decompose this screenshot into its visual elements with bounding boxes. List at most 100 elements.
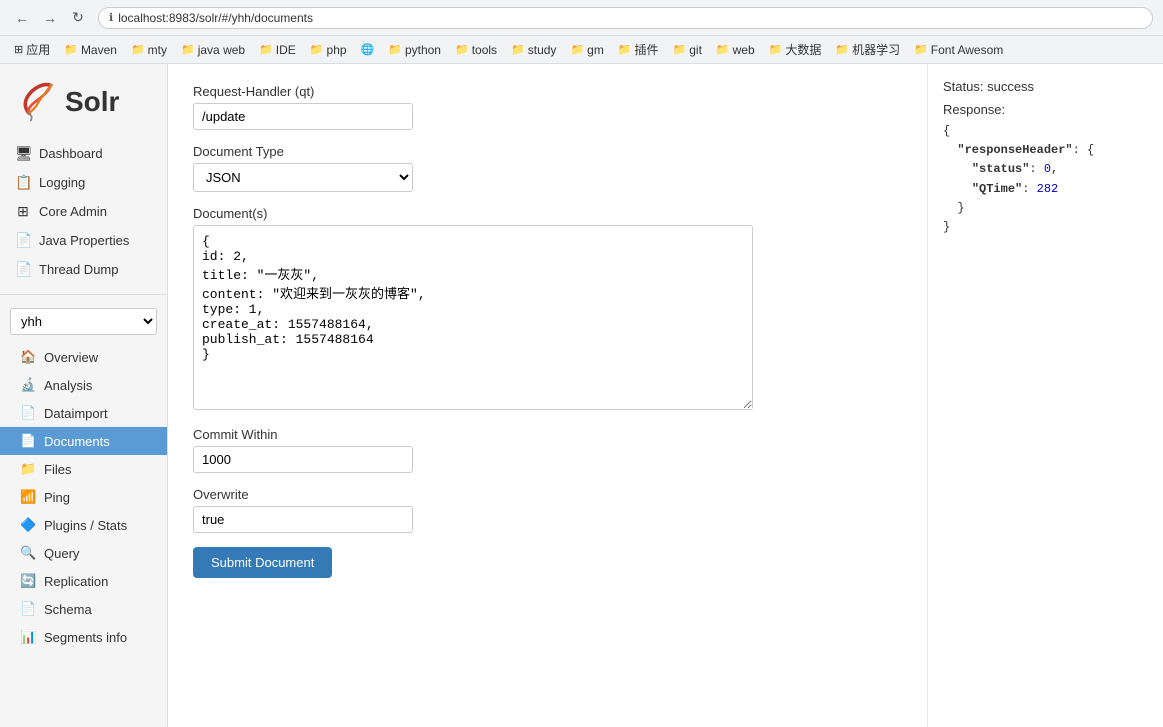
- core-admin-icon: ⊞: [15, 203, 31, 220]
- dataimport-icon: 📄: [20, 405, 36, 421]
- sub-nav-replication[interactable]: 🔄 Replication: [0, 567, 167, 595]
- bookmark-php[interactable]: 📁 php: [304, 41, 353, 59]
- response-label: Response:: [943, 102, 1148, 117]
- bookmark-gm[interactable]: 📁 gm: [564, 41, 609, 59]
- bookmark-git[interactable]: 📁 git: [667, 41, 708, 59]
- sub-nav-segments-info[interactable]: 📊 Segments info: [0, 623, 167, 651]
- plugins-icon: 🔷: [20, 517, 36, 533]
- sidebar-item-java-properties[interactable]: 📄 Java Properties: [0, 226, 167, 255]
- dashboard-icon: 🖥: [15, 145, 31, 162]
- back-button[interactable]: ←: [10, 6, 34, 30]
- bookmark-web2[interactable]: 📁 web: [710, 41, 761, 59]
- bookmark-javaweb[interactable]: 📁 java web: [175, 41, 251, 59]
- global-nav: 🖥 Dashboard 📋 Logging ⊞ Core Admin 📄 Jav…: [0, 134, 167, 289]
- folder-icon: 📁: [673, 43, 687, 56]
- documents-icon: 📄: [20, 433, 36, 449]
- commit-within-input[interactable]: [193, 446, 413, 473]
- folder-icon: 📁: [181, 43, 195, 56]
- request-handler-group: Request-Handler (qt): [193, 84, 902, 130]
- overwrite-label: Overwrite: [193, 487, 902, 502]
- bookmark-ide[interactable]: 📁 IDE: [253, 41, 302, 59]
- documents-label: Document(s): [193, 206, 902, 221]
- bookmark-bigdata[interactable]: 📁 大数据: [763, 39, 828, 60]
- solr-logo: Solr: [0, 64, 167, 134]
- status-line: Status: success: [943, 79, 1148, 94]
- sub-nav-documents[interactable]: 📄 Documents: [0, 427, 167, 455]
- bookmark-label: git: [689, 43, 702, 57]
- browser-chrome: ← → ↻ ℹ localhost:8983/solr/#/yhh/docume…: [0, 0, 1163, 36]
- sub-nav-ping[interactable]: 📶 Ping: [0, 483, 167, 511]
- folder-icon: 📁: [716, 43, 730, 56]
- bookmark-study[interactable]: 📁 study: [505, 41, 562, 59]
- bookmark-maven[interactable]: 📁 Maven: [58, 41, 123, 59]
- core-select-dropdown[interactable]: yhh: [10, 308, 157, 335]
- thread-dump-icon: 📄: [15, 261, 31, 278]
- document-type-group: Document Type JSON XML CSV Document Buil…: [193, 144, 902, 192]
- bookmark-label: Font Awesom: [931, 43, 1003, 57]
- bookmark-python[interactable]: 📁 python: [382, 41, 447, 59]
- sub-nav-schema[interactable]: 📄 Schema: [0, 595, 167, 623]
- bookmarks-bar: ⊞ 应用 📁 Maven 📁 mty 📁 java web 📁 IDE 📁 ph…: [0, 36, 1163, 64]
- request-handler-label: Request-Handler (qt): [193, 84, 902, 99]
- sub-nav-query[interactable]: 🔍 Query: [0, 539, 167, 567]
- bookmark-tools[interactable]: 📁 tools: [449, 41, 503, 59]
- bookmark-ml[interactable]: 📁 机器学习: [829, 39, 906, 60]
- submit-document-button[interactable]: Submit Document: [193, 547, 332, 578]
- bookmark-plugins[interactable]: 📁 插件: [612, 39, 665, 60]
- sub-nav-plugins-stats[interactable]: 🔷 Plugins / Stats: [0, 511, 167, 539]
- document-type-label: Document Type: [193, 144, 902, 159]
- sub-nav: 🏠 Overview 🔬 Analysis 📄 Dataimport 📄 Doc…: [0, 343, 167, 651]
- folder-icon: 📁: [769, 43, 783, 56]
- bookmark-label: python: [405, 43, 441, 57]
- bookmark-label: php: [327, 43, 347, 57]
- forward-button[interactable]: →: [38, 6, 62, 30]
- app-container: Solr 🖥 Dashboard 📋 Logging ⊞ Core Admin …: [0, 64, 1163, 727]
- files-icon: 📁: [20, 461, 36, 477]
- logging-icon: 📋: [15, 174, 31, 191]
- bookmark-label: gm: [587, 43, 604, 57]
- response-qtime-num: 282: [1037, 182, 1059, 196]
- sidebar-item-thread-dump[interactable]: 📄 Thread Dump: [0, 255, 167, 284]
- response-key-qtime: "QTime": [972, 182, 1022, 196]
- sidebar: Solr 🖥 Dashboard 📋 Logging ⊞ Core Admin …: [0, 64, 168, 727]
- address-text: localhost:8983/solr/#/yhh/documents: [118, 11, 313, 25]
- folder-icon: 📁: [259, 43, 273, 56]
- folder-icon: 📁: [64, 43, 78, 56]
- bookmark-label: IDE: [276, 43, 296, 57]
- sub-nav-analysis[interactable]: 🔬 Analysis: [0, 371, 167, 399]
- bookmark-label: mty: [148, 43, 167, 57]
- sidebar-item-dashboard[interactable]: 🖥 Dashboard: [0, 139, 167, 168]
- analysis-icon: 🔬: [20, 377, 36, 393]
- sidebar-item-core-admin[interactable]: ⊞ Core Admin: [0, 197, 167, 226]
- core-selector[interactable]: yhh: [10, 308, 157, 335]
- commit-within-group: Commit Within: [193, 427, 902, 473]
- folder-icon: 📁: [511, 43, 525, 56]
- bookmark-web1[interactable]: 🌐: [355, 41, 381, 58]
- solr-title: Solr: [65, 86, 119, 118]
- sub-nav-dataimport[interactable]: 📄 Dataimport: [0, 399, 167, 427]
- nav-buttons[interactable]: ← → ↻: [10, 6, 90, 30]
- bookmark-label: web: [733, 43, 755, 57]
- bookmark-label: 机器学习: [852, 41, 900, 58]
- solr-emblem-icon: [12, 79, 57, 124]
- documents-textarea[interactable]: { id: 2, title: "一灰灰", content: "欢迎来到一灰灰…: [193, 225, 753, 410]
- globe-icon: 🌐: [361, 43, 375, 56]
- apps-icon: ⊞: [14, 43, 23, 56]
- response-key-header: "responseHeader": [957, 143, 1072, 157]
- lock-icon: ℹ: [109, 11, 113, 24]
- reload-button[interactable]: ↻: [66, 6, 90, 30]
- sub-nav-files[interactable]: 📁 Files: [0, 455, 167, 483]
- document-type-select[interactable]: JSON XML CSV Document Builder: [193, 163, 413, 192]
- query-icon: 🔍: [20, 545, 36, 561]
- java-properties-icon: 📄: [15, 232, 31, 249]
- address-bar[interactable]: ℹ localhost:8983/solr/#/yhh/documents: [98, 7, 1153, 29]
- sub-nav-overview[interactable]: 🏠 Overview: [0, 343, 167, 371]
- content-area: Request-Handler (qt) Document Type JSON …: [168, 64, 1163, 727]
- bookmark-fontawesome[interactable]: 📁 Font Awesom: [908, 41, 1009, 59]
- overwrite-input[interactable]: [193, 506, 413, 533]
- overwrite-group: Overwrite: [193, 487, 902, 533]
- bookmark-apps[interactable]: ⊞ 应用: [8, 39, 56, 60]
- request-handler-input[interactable]: [193, 103, 413, 130]
- bookmark-mty[interactable]: 📁 mty: [125, 41, 173, 59]
- sidebar-item-logging[interactable]: 📋 Logging: [0, 168, 167, 197]
